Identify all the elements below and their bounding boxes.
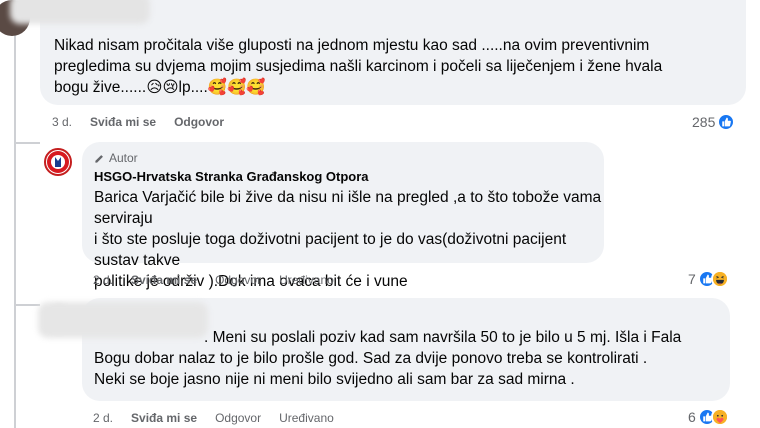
comment-text-line: bogu žive......😥😢lp....🥰🥰🥰 [54,79,266,96]
thread-line [14,0,16,428]
care-icon [710,408,729,426]
reactions-summary[interactable]: 7 [688,270,729,288]
thread-branch [14,304,40,306]
author-badge-label: Autor [109,151,138,165]
reaction-count: 7 [688,271,696,287]
comment-text-line: i što ste posluje toga doživotni pacijen… [94,231,567,269]
comment-timestamp[interactable]: 3 d. [52,115,72,129]
reaction-count: 6 [688,409,696,425]
pencil-icon [95,154,103,163]
comment-bubble: Autor HSGO-Hrvatska Stranka Građanskog O… [82,142,604,290]
comment-text-line: Neki se boje jasno nije ni meni bilo svi… [94,371,575,388]
comment-text-line: Barica Varjačić bile bi žive da nisu ni … [94,189,602,227]
comment-text-line: Bogu dobar nalaz to je bilo prošle god. … [94,350,648,367]
reply-button[interactable]: Odgovor [174,115,224,129]
reaction-count: 285 [692,114,716,130]
like-button[interactable]: Sviđa mi se [131,411,197,425]
reactions-summary[interactable]: 6 [688,408,729,426]
like-icon [717,113,736,131]
author-name[interactable]: HSGO-Hrvatska Stranka Građanskog Otpora [94,169,604,184]
party-logo-icon [47,151,69,173]
haha-icon [710,270,729,288]
comment-timestamp[interactable]: 2 d. [93,411,113,425]
thread-branch [14,142,40,144]
comment-text-line: . Meni su poslali poziv kad sam navršila… [204,329,682,346]
comment-bubble: . Meni su poslali poziv kad sam navršila… [38,298,730,401]
reactions-summary[interactable]: 285 [692,113,736,131]
edited-label[interactable]: Uređivano [279,411,334,425]
edited-label[interactable]: Uređivano [279,273,334,287]
comment-text-line: Nikad nisam pročitala više gluposti na j… [54,37,650,54]
like-button[interactable]: Sviđa mi se [90,115,156,129]
redacted-name [10,0,150,24]
comment-text-line: pregledima su dvjema mojim susjedima naš… [54,58,663,75]
comment-bubble: Nikad nisam pročitala više gluposti na j… [10,0,746,105]
like-button[interactable]: Sviđa mi se [131,273,197,287]
author-badge: Autor [94,151,604,165]
author-avatar[interactable] [44,148,72,176]
comment-timestamp[interactable]: 2 d. [93,273,113,287]
reply-button[interactable]: Odgovor [215,411,261,425]
reply-button[interactable]: Odgovor [215,273,261,287]
